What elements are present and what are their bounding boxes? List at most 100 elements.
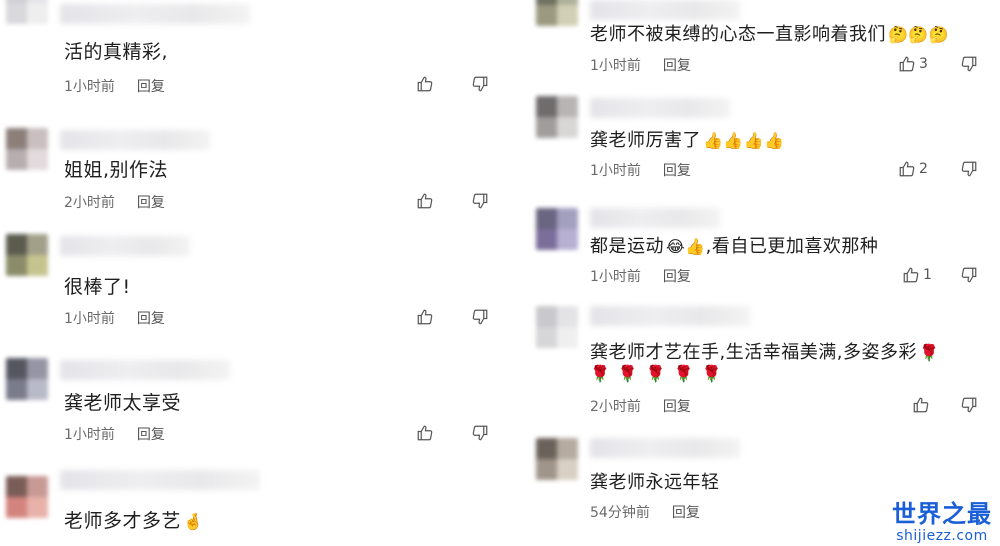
comment-text-main: 老师不被束缚的心态一直影响着我们: [590, 24, 886, 45]
username-blurred: [60, 130, 210, 150]
comment-text-main: 龚老师才艺在手,生活幸福美满,多姿多彩: [590, 342, 917, 363]
dislike-button[interactable]: [471, 424, 489, 442]
comment-time: 1小时前: [64, 79, 115, 95]
comment-meta: 1小时前 回复: [64, 424, 165, 444]
thumbs-up-icon: [417, 76, 433, 92]
like-button[interactable]: 3: [898, 55, 928, 73]
comment-text-main: 龚老师厉害了: [590, 130, 701, 151]
comment-time: 1小时前: [590, 163, 641, 179]
comment-meta: 2小时前 回复: [590, 396, 691, 416]
comment-text: 老师不被束缚的心态一直影响着我们 🤔🤔🤔: [590, 20, 949, 46]
like-button[interactable]: [416, 75, 434, 93]
thumbs-down-icon: [961, 397, 977, 413]
comment-text: 都是运动 😂👍,看自已更加喜欢那种: [590, 232, 878, 258]
dislike-button[interactable]: [471, 192, 489, 210]
comment-emoji-line: 🌹🌹🌹🌹🌹: [590, 364, 730, 383]
emoji: 😂👍: [666, 237, 706, 256]
username-blurred: [60, 236, 190, 256]
thumbs-up-icon: [417, 193, 433, 209]
thumbs-down-icon: [472, 76, 488, 92]
comment-meta: 1小时前 回复: [64, 308, 165, 328]
avatar[interactable]: [536, 306, 578, 348]
comment-text: 龚老师厉害了 👍👍👍👍: [590, 126, 785, 152]
username-blurred: [590, 98, 730, 118]
reply-button[interactable]: 回复: [663, 58, 691, 74]
avatar[interactable]: [536, 438, 578, 480]
avatar[interactable]: [6, 128, 48, 170]
username-blurred: [590, 306, 750, 326]
comment-time: 2小时前: [64, 195, 115, 211]
avatar[interactable]: [536, 208, 578, 250]
avatar[interactable]: [6, 358, 48, 400]
watermark-url: shijiezz.com: [896, 528, 988, 544]
comment-time: 1小时前: [590, 269, 641, 285]
username-blurred: [590, 0, 740, 20]
avatar[interactable]: [536, 0, 578, 26]
reply-button[interactable]: 回复: [137, 195, 165, 211]
username-blurred: [60, 470, 260, 490]
comment-column-right: 老师不被束缚的心态一直影响着我们 🤔🤔🤔 1小时前 回复 3 龚老师厉害了 👍👍👍👍 …: [530, 0, 1000, 546]
reply-button[interactable]: 回复: [663, 163, 691, 179]
thumbs-down-icon: [961, 161, 977, 177]
comment-meta: 1小时前 回复: [590, 266, 691, 286]
thumbs-up-icon: [903, 267, 919, 283]
like-button[interactable]: 1: [902, 266, 932, 284]
thumbs-down-icon: [961, 56, 977, 72]
comment-meta: 1小时前 回复: [590, 160, 691, 180]
like-button[interactable]: [416, 308, 434, 326]
reply-button[interactable]: 回复: [672, 505, 700, 521]
comment-meta: 1小时前 回复: [64, 76, 165, 96]
comment-text-main: 都是运动: [590, 236, 664, 257]
comment-time: 1小时前: [64, 311, 115, 327]
like-button[interactable]: [912, 396, 933, 414]
comment-text: 龚老师太享受: [64, 392, 182, 414]
comment-text: 老师多才多艺 🤞: [64, 506, 203, 533]
avatar[interactable]: [536, 96, 578, 138]
dislike-button[interactable]: [471, 75, 489, 93]
comment-text: 姐姐,别作法: [64, 159, 169, 181]
reply-button[interactable]: 回复: [137, 79, 165, 95]
dislike-button[interactable]: [960, 266, 978, 284]
like-button[interactable]: [416, 192, 434, 210]
thumbs-down-icon: [961, 267, 977, 283]
dislike-button[interactable]: [960, 396, 978, 414]
emoji: 🌹: [918, 343, 940, 362]
username-blurred: [590, 208, 720, 228]
like-count: 1: [923, 267, 932, 283]
avatar[interactable]: [6, 0, 48, 24]
dislike-button[interactable]: [960, 55, 978, 73]
thumbs-down-icon: [472, 425, 488, 441]
watermark-logo: 世界之最 shijiezz.com: [892, 500, 992, 544]
emoji: 👍👍👍👍: [703, 131, 785, 150]
avatar[interactable]: [6, 476, 48, 518]
comment-meta: 1小时前 回复: [590, 55, 691, 75]
dislike-button[interactable]: [471, 308, 489, 326]
comment-text: 很棒了!: [64, 276, 131, 298]
username-blurred: [60, 4, 250, 24]
dislike-button[interactable]: [960, 160, 978, 178]
thumbs-up-icon: [913, 397, 929, 413]
reply-button[interactable]: 回复: [137, 427, 165, 443]
comment-column-left: 活的真精彩, 1小时前 回复 姐姐,别作法 2小时前 回复 很棒了! 1小时前 …: [0, 0, 500, 546]
thumbs-down-icon: [472, 309, 488, 325]
avatar[interactable]: [6, 234, 48, 276]
reply-button[interactable]: 回复: [663, 399, 691, 415]
like-count: 2: [919, 161, 928, 177]
reply-button[interactable]: 回复: [137, 311, 165, 327]
username-blurred: [60, 360, 230, 380]
username-blurred: [590, 438, 740, 458]
like-button[interactable]: [416, 424, 434, 442]
comment-time: 1小时前: [590, 58, 641, 74]
thumbs-up-icon: [899, 161, 915, 177]
like-count: 3: [919, 56, 928, 72]
comment-time: 2小时前: [590, 399, 641, 415]
comment-time: 1小时前: [64, 427, 115, 443]
thumbs-down-icon: [472, 193, 488, 209]
comment-time: 54分钟前: [590, 505, 650, 521]
watermark-title: 世界之最: [892, 500, 992, 528]
reply-button[interactable]: 回复: [663, 269, 691, 285]
comment-text: 龚老师才艺在手,生活幸福美满,多姿多彩 🌹: [590, 338, 939, 364]
emoji: 🤞: [183, 512, 204, 531]
like-button[interactable]: 2: [898, 160, 928, 178]
thumbs-up-icon: [899, 56, 915, 72]
